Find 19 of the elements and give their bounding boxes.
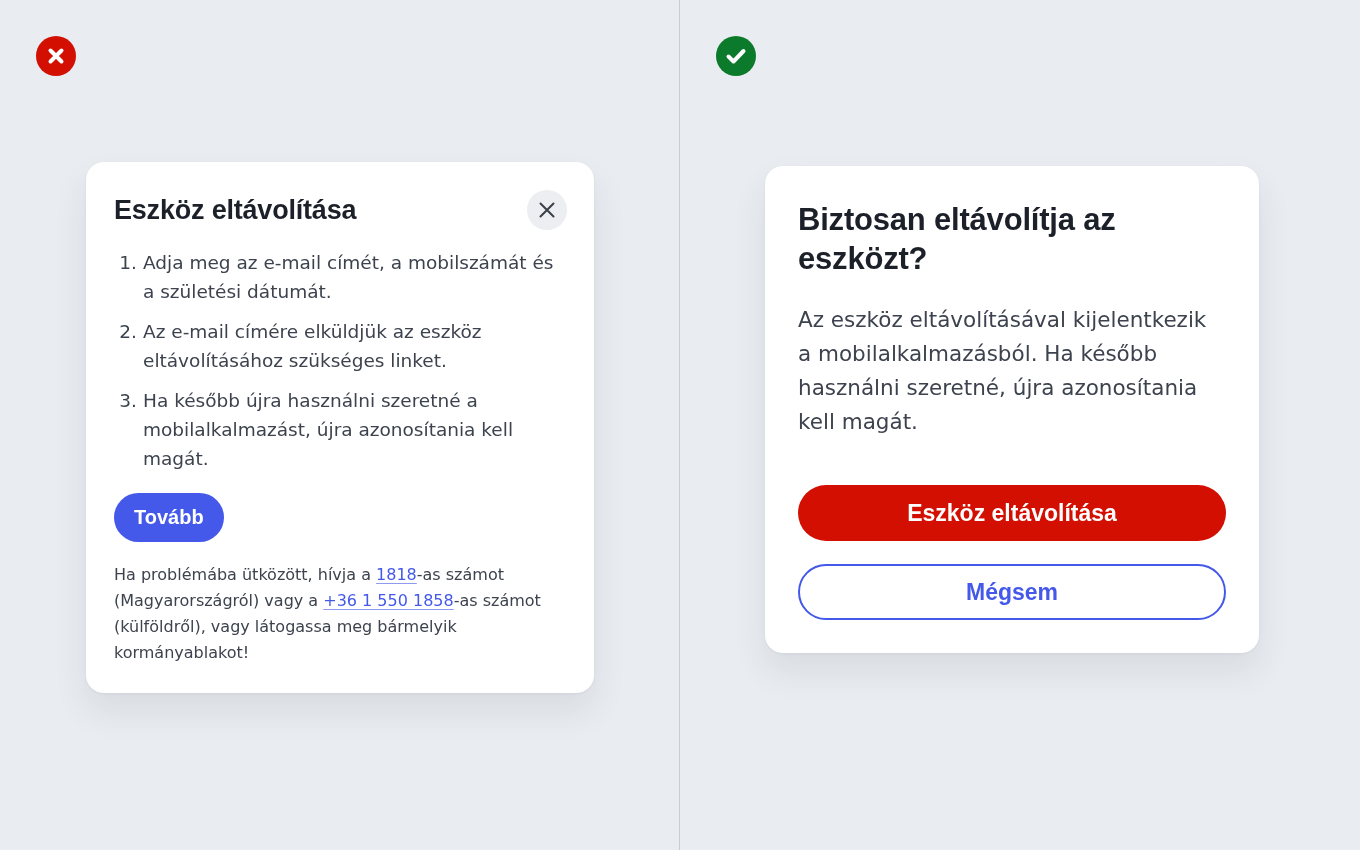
cross-icon	[36, 36, 76, 76]
close-button[interactable]	[527, 190, 567, 230]
cancel-button[interactable]: Mégsem	[798, 564, 1226, 620]
next-button[interactable]: Tovább	[114, 493, 224, 542]
step-number: 2.	[118, 320, 138, 344]
phone-link[interactable]: 1818	[376, 565, 417, 584]
step-text: Az e-mail címére elküldjük az eszköz eltávolításához szükséges linket.	[143, 320, 483, 373]
step-text: Adja meg az e-mail címét, a mobilszámát és a születési dátumát.	[143, 251, 555, 304]
check-icon	[716, 36, 756, 76]
dialog-title: Biztosan eltávolítja az eszközt?	[798, 201, 1117, 278]
dialog-title: Eszköz eltávolítása	[114, 194, 357, 227]
step-number: 3.	[118, 389, 138, 413]
step-text: Ha később újra használni szeretné a mobilalkalmazást, újra azonosítania kell magát.	[143, 389, 515, 471]
dialog-message: Az eszköz eltávolításával kijelentkezik a mobilalkalmazásból. Ha később használni szeretné, újra azonosítania kell magát.	[798, 306, 1208, 436]
phone-link[interactable]: +36 1 550 1858	[323, 591, 454, 610]
help-text: Ha problémába ütközött, hívja a 1818-as számot (Magyarországról) vagy a +36 1 550 1858-as számot (külföldről), vagy látogassa meg bármelyik kormányablakot!	[114, 564, 542, 664]
remove-device-button[interactable]: Eszköz eltávolítása	[798, 485, 1226, 541]
close-icon	[539, 202, 555, 218]
step-number: 1.	[118, 251, 138, 275]
